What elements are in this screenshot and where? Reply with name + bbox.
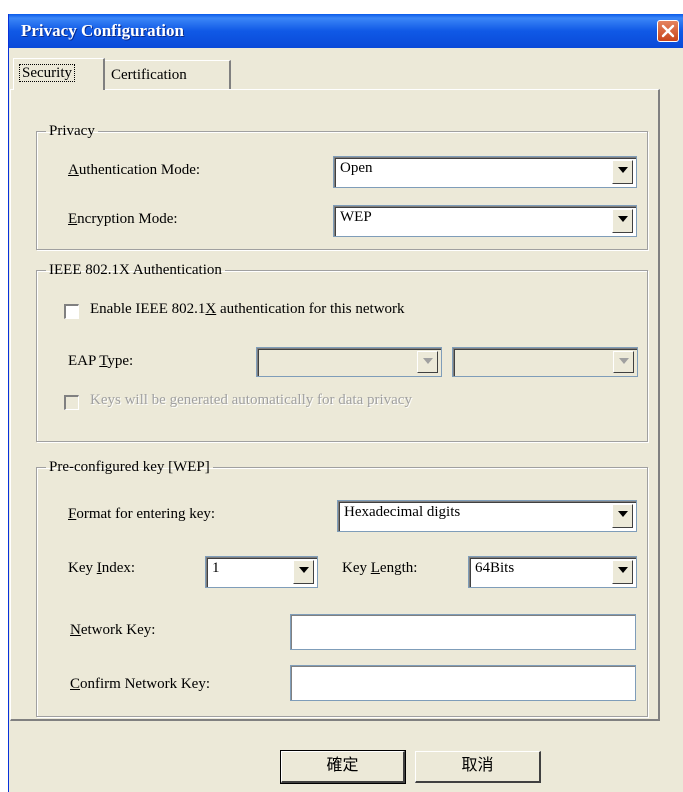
tab-security-label: Security [19,64,75,82]
chevron-down-icon[interactable] [612,160,633,184]
network-key-input[interactable] [290,614,636,650]
key-length-select[interactable]: 64Bits [468,556,637,588]
key-index-select[interactable]: 1 [205,556,318,588]
eap-type-label: EAP Type: [68,353,134,369]
chevron-down-icon[interactable] [612,560,633,584]
ieee-legend: IEEE 802.1X Authentication [49,262,222,278]
eap-subtype-select[interactable] [452,347,638,377]
key-length-value: 64Bits [475,560,515,576]
key-index-label: Key Index: [68,560,136,576]
confirm-key-label: Confirm Network Key: [70,676,210,692]
network-key-label: Network Key: [70,622,156,638]
format-select[interactable]: Hexadecimal digits [337,500,637,532]
cancel-button[interactable]: 取消 [415,751,541,783]
tab-certification-label: Certification [111,67,187,83]
auth-mode-value: Open [340,160,373,176]
enable-8021x-label[interactable]: Enable IEEE 802.1X authentication for th… [90,301,405,318]
chevron-down-icon[interactable] [612,209,633,233]
chevron-down-icon[interactable] [612,504,633,528]
confirm-key-input[interactable] [290,665,636,701]
format-label: Format for entering key: [68,506,216,522]
encryption-mode-value: WEP [340,209,372,225]
key-index-value: 1 [212,560,220,576]
enable-8021x-checkbox[interactable] [64,304,79,319]
keys-auto-label: Keys will be generated automatically for… [90,392,412,408]
tab-certification[interactable]: Certification [105,60,231,90]
encryption-mode-select[interactable]: WEP [333,205,637,237]
ok-button[interactable]: 確定 [280,750,406,784]
format-value: Hexadecimal digits [344,504,461,520]
eap-type-select[interactable] [256,347,442,377]
key-length-label: Key Length: [342,560,418,576]
close-button[interactable] [657,20,679,42]
encryption-mode-label: Encryption Mode: [68,211,178,227]
preconfigured-legend: Pre-configured key [WEP] [49,459,210,475]
privacy-legend: Privacy [49,123,95,139]
close-icon [661,24,675,38]
auth-mode-label: Authentication Mode: [68,162,201,178]
tab-security[interactable]: Security [13,58,105,90]
window-title: Privacy Configuration [21,21,184,40]
chevron-down-icon [417,351,438,373]
chevron-down-icon [613,351,634,373]
auth-mode-select[interactable]: Open [333,156,637,188]
chevron-down-icon[interactable] [293,560,314,584]
keys-auto-checkbox[interactable] [64,395,79,410]
title-bar[interactable]: Privacy Configuration [9,14,683,48]
